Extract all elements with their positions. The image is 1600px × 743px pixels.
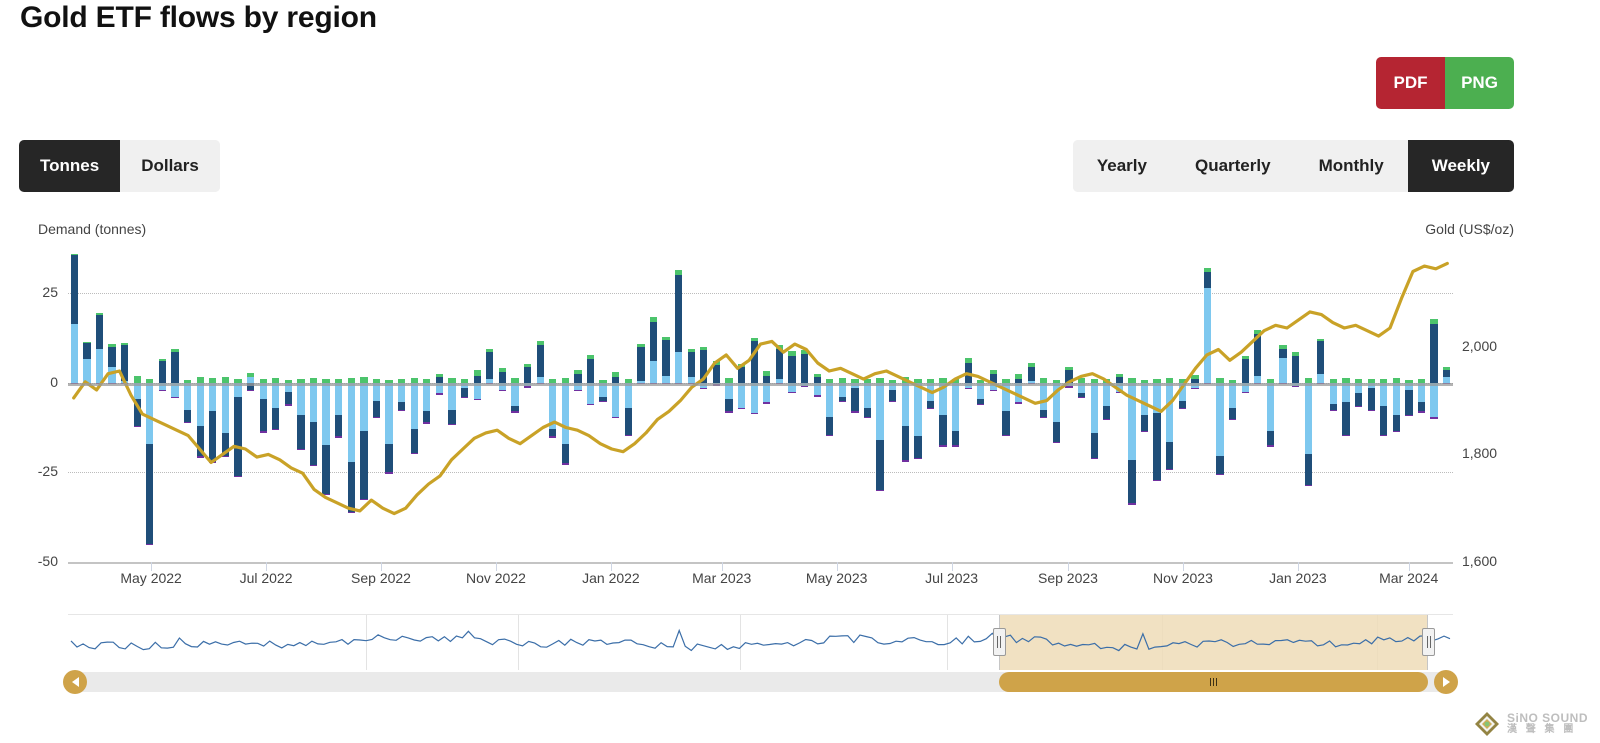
navigator-sparkline — [68, 615, 1453, 670]
x-tick-label: May 2023 — [806, 570, 867, 586]
x-tick-label: Jan 2023 — [1269, 570, 1327, 586]
chevron-left-icon — [72, 677, 79, 687]
chart-plot-area — [68, 250, 1453, 562]
period-option-weekly[interactable]: Weekly — [1408, 140, 1514, 192]
x-tick-label: Jul 2023 — [925, 570, 978, 586]
x-tick-label: Sep 2023 — [1038, 570, 1098, 586]
period-option-yearly[interactable]: Yearly — [1073, 140, 1171, 192]
y-axis-title-left: Demand (tonnes) — [38, 221, 146, 237]
y-tick-label-left: 25 — [12, 284, 58, 300]
x-axis-labels: May 2022 Jul 2022 Sep 2022 Nov 2022 Jan 2022… — [68, 570, 1453, 590]
watermark-sub: 漢 聲 集 團 — [1507, 725, 1588, 736]
scrollbar-thumb[interactable] — [999, 672, 1428, 692]
diamond-logo-icon — [1474, 711, 1500, 737]
x-tick-label: Sep 2022 — [351, 570, 411, 586]
navigator-handle-left[interactable] — [993, 628, 1006, 656]
navigator-handle-right[interactable] — [1422, 628, 1435, 656]
unit-option-dollars[interactable]: Dollars — [120, 140, 220, 192]
navigator[interactable] — [68, 614, 1453, 669]
x-tick-label: Jan 2022 — [582, 570, 640, 586]
x-tick-label: Mar 2023 — [692, 570, 751, 586]
scroll-right-button[interactable] — [1434, 670, 1458, 694]
watermark-text: SiNO SOUND 漢 聲 集 團 — [1507, 712, 1588, 735]
export-pdf-button[interactable]: PDF — [1376, 57, 1445, 109]
chevron-right-icon — [1443, 677, 1450, 687]
y-tick-label-right: 1,600 — [1462, 553, 1497, 569]
x-tick-label: Nov 2022 — [466, 570, 526, 586]
gold-price-line — [68, 250, 1453, 562]
y-tick-label-left: 0 — [12, 374, 58, 390]
period-option-monthly[interactable]: Monthly — [1295, 140, 1408, 192]
x-tick-label: Jul 2022 — [240, 570, 293, 586]
x-tick-label: Nov 2023 — [1153, 570, 1213, 586]
x-axis-line — [68, 562, 1453, 564]
period-option-quarterly[interactable]: Quarterly — [1171, 140, 1295, 192]
y-tick-label-left: -25 — [12, 463, 58, 479]
unit-toggle-group: Tonnes Dollars — [19, 140, 220, 192]
x-tick-label: Mar 2024 — [1379, 570, 1438, 586]
page-title: Gold ETF flows by region — [20, 0, 377, 36]
export-button-group: PDF PNG — [1376, 57, 1514, 109]
x-tick-label: May 2022 — [120, 570, 181, 586]
watermark-logo: SiNO SOUND 漢 聲 集 團 — [1474, 711, 1588, 737]
period-toggle-group: Yearly Quarterly Monthly Weekly — [1073, 140, 1514, 192]
y-tick-label-left: -50 — [12, 553, 58, 569]
chart-page: Gold ETF flows by region PDF PNG Tonnes … — [0, 0, 1600, 743]
export-png-button[interactable]: PNG — [1445, 57, 1514, 109]
y-axis-title-right: Gold (US$/oz) — [1425, 221, 1514, 237]
scroll-left-button[interactable] — [63, 670, 87, 694]
zero-baseline — [68, 383, 1453, 386]
y-tick-label-right: 1,800 — [1462, 445, 1497, 461]
unit-option-tonnes[interactable]: Tonnes — [19, 140, 120, 192]
scrollbar-track[interactable] — [68, 672, 1453, 692]
y-tick-label-right: 2,000 — [1462, 338, 1497, 354]
